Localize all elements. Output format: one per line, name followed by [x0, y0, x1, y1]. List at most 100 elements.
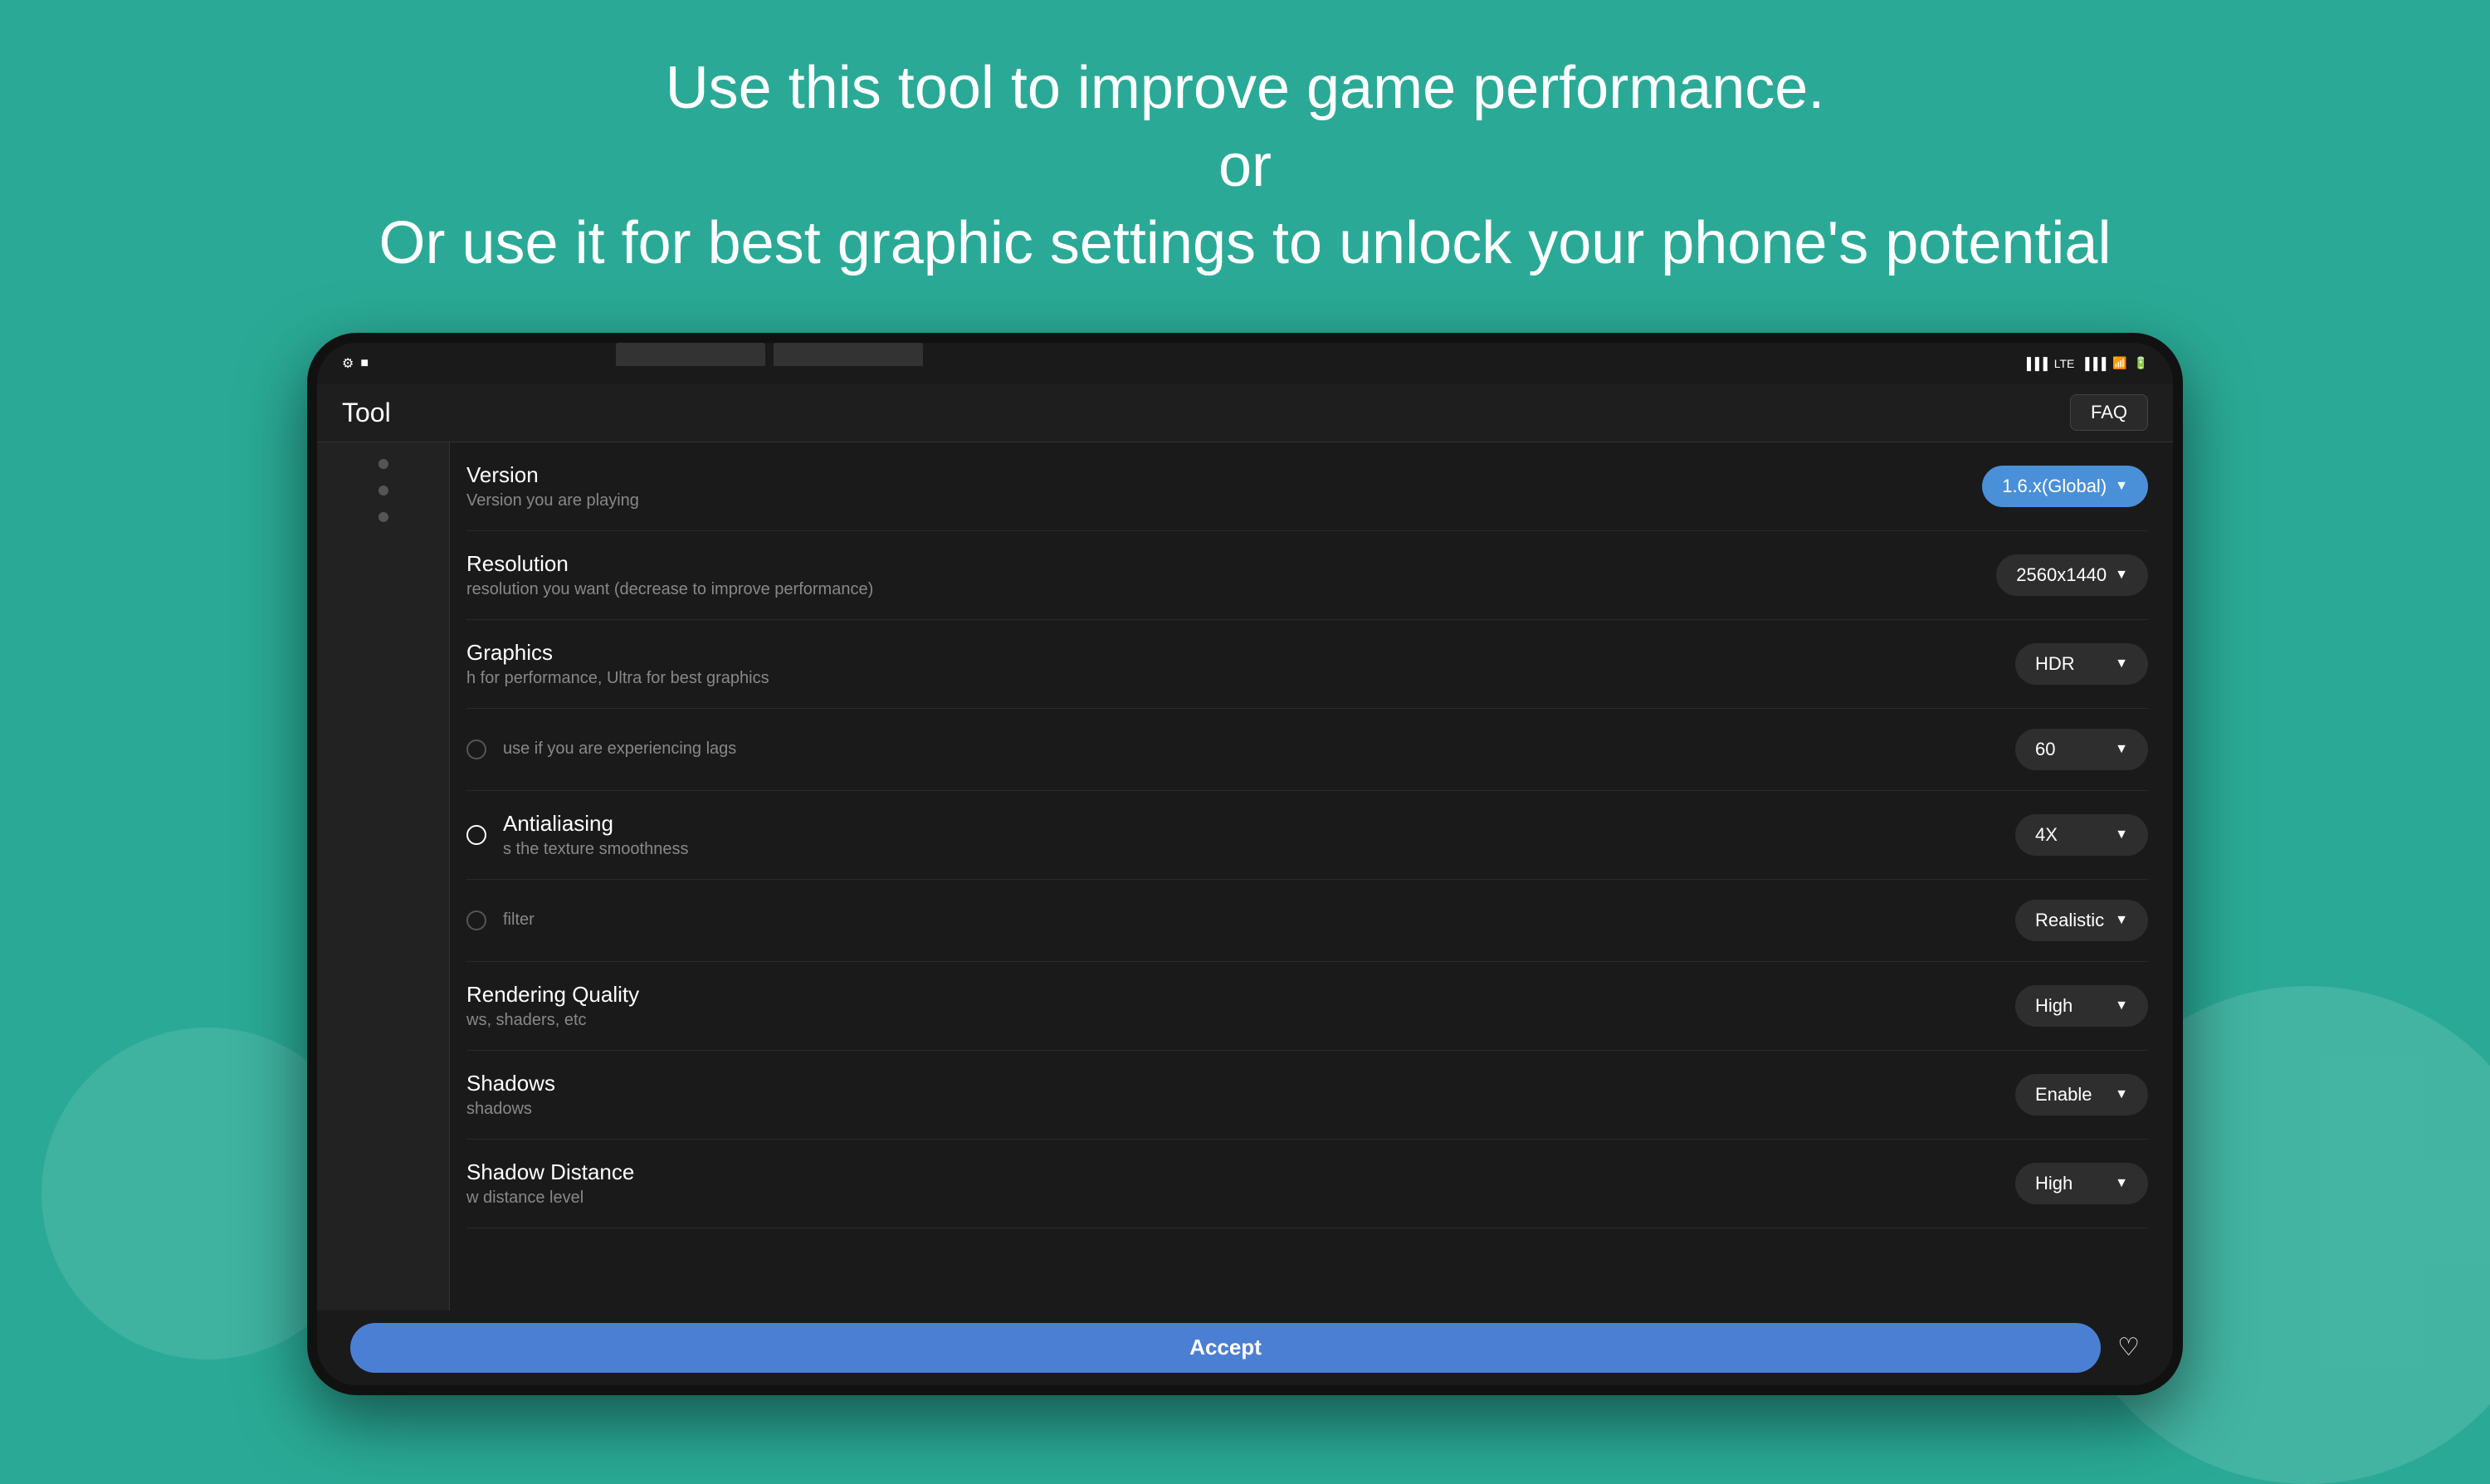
- shadow-distance-dropdown[interactable]: High ▼: [2015, 1163, 2148, 1204]
- antialiasing-radio[interactable]: [466, 825, 486, 845]
- shadow-distance-value: High: [2035, 1173, 2073, 1194]
- antialiasing-dropdown[interactable]: 4X ▼: [2015, 814, 2148, 856]
- resolution-value: 2560x1440: [2016, 564, 2107, 586]
- setting-row-graphics: Graphics h for performance, Ultra for be…: [466, 620, 2148, 709]
- setting-right-resolution: 2560x1440 ▼: [1996, 554, 2148, 596]
- device-tab-2: [774, 341, 923, 366]
- setting-desc-resolution: resolution you want (decrease to improve…: [466, 580, 1996, 599]
- battery-icon: 🔋: [2134, 356, 2148, 370]
- graphics-arrow: ▼: [2115, 657, 2128, 671]
- fps-value: 60: [2035, 739, 2055, 760]
- resolution-dropdown[interactable]: 2560x1440 ▼: [1996, 554, 2148, 596]
- setting-row-resolution: Resolution resolution you want (decrease…: [466, 531, 2148, 620]
- promo-text-block: Use this tool to improve game performanc…: [0, 0, 2490, 316]
- app-title: Tool: [342, 398, 391, 428]
- device-wrapper: ⚙ ■ ▐▐▐ LTE ▐▐▐ 📶 🔋 Tool FAQ: [0, 316, 2490, 1395]
- setting-desc-antialiasing: s the texture smoothness: [503, 840, 2015, 859]
- style-arrow: ▼: [2115, 913, 2128, 928]
- style-radio[interactable]: [466, 910, 486, 930]
- faq-button[interactable]: FAQ: [2070, 394, 2148, 431]
- panel-dot-2: [378, 486, 388, 495]
- setting-left-shadow-distance: Shadow Distance w distance level: [466, 1159, 2015, 1208]
- setting-right-graphics: HDR ▼: [2015, 643, 2148, 685]
- setting-row-shadow-distance: Shadow Distance w distance level High ▼: [466, 1140, 2148, 1228]
- accept-bar: Accept ♡: [317, 1311, 2173, 1385]
- setting-left-version: Version Version you are playing: [466, 462, 1982, 510]
- setting-right-fps: 60 ▼: [2015, 729, 2148, 770]
- setting-title-graphics: Graphics: [466, 640, 2015, 666]
- setting-desc-style: filter: [503, 910, 2015, 930]
- signal-icon-3: ▐▐▐: [2081, 357, 2106, 370]
- setting-row-fps: use if you are experiencing lags 60 ▼: [466, 709, 2148, 791]
- setting-row-antialiasing: Antialiasing s the texture smoothness 4X…: [466, 791, 2148, 880]
- setting-row-version: Version Version you are playing 1.6.x(Gl…: [466, 442, 2148, 531]
- style-dropdown[interactable]: Realistic ▼: [2015, 900, 2148, 941]
- setting-row-shadows: Shadows shadows Enable ▼: [466, 1051, 2148, 1140]
- antialiasing-arrow: ▼: [2115, 827, 2128, 842]
- settings-status-icon: ⚙: [342, 355, 354, 372]
- promo-line-2: or: [0, 128, 2490, 206]
- left-panel: [317, 442, 450, 1311]
- setting-text-fps: use if you are experiencing lags: [503, 740, 2015, 759]
- signal-icon-1: ▐▐▐: [2023, 357, 2048, 370]
- version-value: 1.6.x(Global): [2002, 476, 2107, 497]
- setting-right-rendering: High ▼: [2015, 985, 2148, 1027]
- shadows-value: Enable: [2035, 1084, 2092, 1106]
- setting-left-rendering: Rendering Quality ws, shaders, etc: [466, 982, 2015, 1030]
- rendering-dropdown[interactable]: High ▼: [2015, 985, 2148, 1027]
- setting-title-shadow-distance: Shadow Distance: [466, 1159, 2015, 1185]
- setting-left-fps: use if you are experiencing lags: [466, 740, 2015, 759]
- setting-text-version: Version Version you are playing: [466, 462, 1982, 510]
- setting-text-resolution: Resolution resolution you want (decrease…: [466, 551, 1996, 599]
- setting-right-shadows: Enable ▼: [2015, 1074, 2148, 1115]
- heart-icon[interactable]: ♡: [2117, 1333, 2140, 1362]
- graphics-value: HDR: [2035, 653, 2075, 675]
- version-dropdown[interactable]: 1.6.x(Global) ▼: [1982, 466, 2148, 507]
- setting-text-graphics: Graphics h for performance, Ultra for be…: [466, 640, 2015, 688]
- fps-radio[interactable]: [466, 740, 486, 759]
- setting-text-antialiasing: Antialiasing s the texture smoothness: [503, 811, 2015, 859]
- setting-right-style: Realistic ▼: [2015, 900, 2148, 941]
- device-tabs: [616, 341, 923, 366]
- status-bar-left: ⚙ ■: [342, 355, 369, 372]
- wifi-icon: 📶: [2112, 356, 2126, 370]
- setting-title-resolution: Resolution: [466, 551, 1996, 577]
- setting-desc-shadow-distance: w distance level: [466, 1189, 2015, 1208]
- rendering-arrow: ▼: [2115, 998, 2128, 1013]
- antialiasing-value: 4X: [2035, 824, 2058, 846]
- shadow-distance-arrow: ▼: [2115, 1176, 2128, 1191]
- setting-title-antialiasing: Antialiasing: [503, 811, 2015, 837]
- setting-right-version: 1.6.x(Global) ▼: [1982, 466, 2148, 507]
- setting-text-style: filter: [503, 910, 2015, 930]
- device-tab-1: [616, 341, 765, 366]
- setting-title-rendering: Rendering Quality: [466, 982, 2015, 1008]
- stop-status-icon: ■: [360, 356, 369, 371]
- fps-dropdown[interactable]: 60 ▼: [2015, 729, 2148, 770]
- signal-icon-2: LTE: [2054, 357, 2075, 370]
- panel-dot-3: [378, 512, 388, 522]
- status-bar-right: ▐▐▐ LTE ▐▐▐ 📶 🔋: [2023, 356, 2148, 370]
- shadows-dropdown[interactable]: Enable ▼: [2015, 1074, 2148, 1115]
- accept-button[interactable]: Accept: [350, 1323, 2101, 1373]
- status-bar: ⚙ ■ ▐▐▐ LTE ▐▐▐ 📶 🔋: [317, 343, 2173, 384]
- setting-desc-shadows: shadows: [466, 1100, 2015, 1119]
- setting-text-shadows: Shadows shadows: [466, 1071, 2015, 1119]
- setting-desc-rendering: ws, shaders, etc: [466, 1011, 2015, 1030]
- rendering-value: High: [2035, 995, 2073, 1017]
- setting-left-antialiasing: Antialiasing s the texture smoothness: [466, 811, 2015, 859]
- setting-text-shadow-distance: Shadow Distance w distance level: [466, 1159, 2015, 1208]
- promo-line-3: Or use it for best graphic settings to u…: [0, 205, 2490, 283]
- setting-right-antialiasing: 4X ▼: [2015, 814, 2148, 856]
- setting-row-style: filter Realistic ▼: [466, 880, 2148, 962]
- app-header: Tool FAQ: [317, 384, 2173, 442]
- style-value: Realistic: [2035, 910, 2104, 931]
- graphics-dropdown[interactable]: HDR ▼: [2015, 643, 2148, 685]
- setting-row-rendering: Rendering Quality ws, shaders, etc High …: [466, 962, 2148, 1051]
- setting-text-rendering: Rendering Quality ws, shaders, etc: [466, 982, 2015, 1030]
- setting-desc-version: Version you are playing: [466, 491, 1982, 510]
- promo-line-1: Use this tool to improve game performanc…: [0, 50, 2490, 128]
- setting-desc-fps: use if you are experiencing lags: [503, 740, 2015, 759]
- setting-right-shadow-distance: High ▼: [2015, 1163, 2148, 1204]
- setting-left-style: filter: [466, 910, 2015, 930]
- device-mockup: ⚙ ■ ▐▐▐ LTE ▐▐▐ 📶 🔋 Tool FAQ: [307, 333, 2183, 1395]
